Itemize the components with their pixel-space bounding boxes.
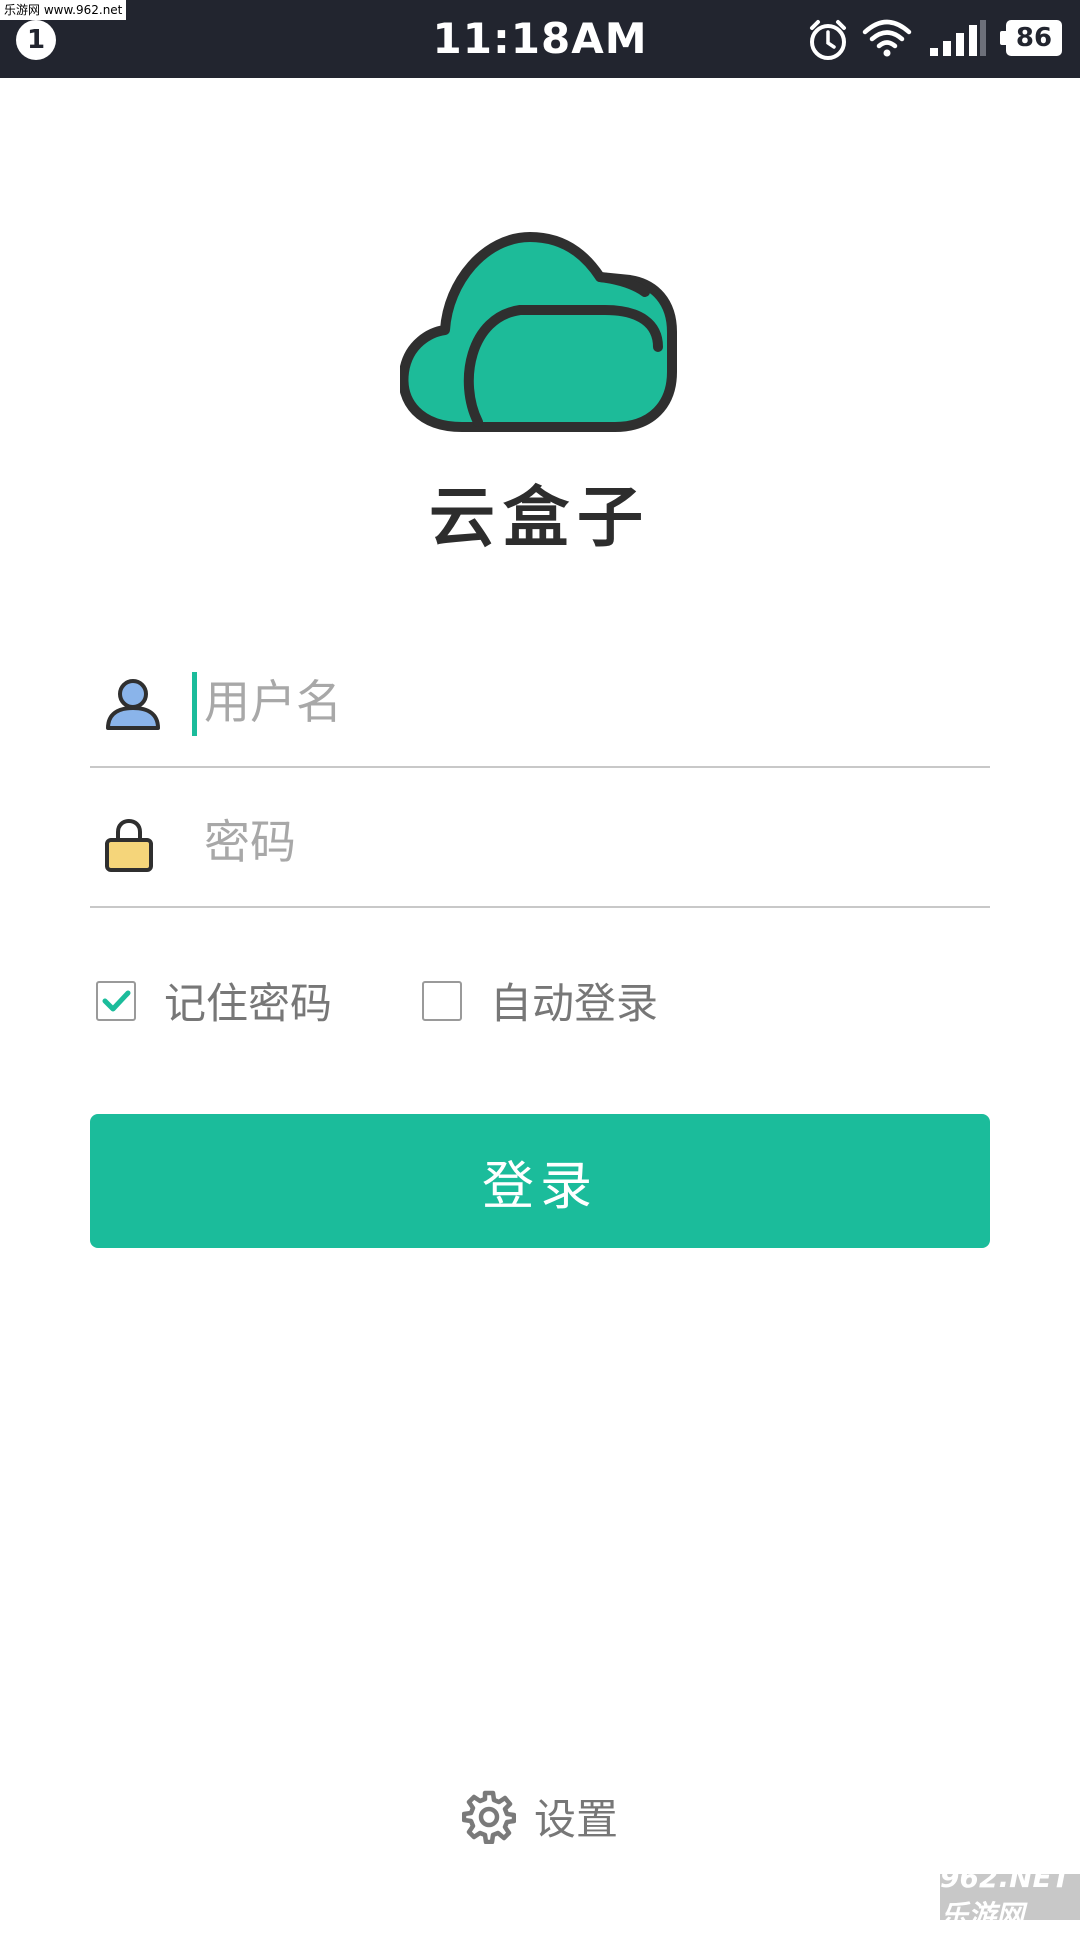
user-icon: [106, 679, 160, 730]
login-button[interactable]: 登录: [90, 1114, 990, 1248]
remember-password-option[interactable]: 记住密码: [96, 970, 332, 1031]
app-name: 云盒子: [429, 479, 651, 556]
lock-icon: [105, 818, 153, 872]
alarm-icon: [810, 20, 846, 60]
username-row: [90, 626, 990, 768]
password-input[interactable]: [196, 810, 964, 874]
wifi-icon: [862, 19, 912, 57]
gear-icon: [461, 1790, 516, 1844]
remember-password-checkbox[interactable]: [96, 980, 136, 1021]
cloud-logo-icon: [400, 232, 677, 432]
settings-label: 设置: [533, 1795, 618, 1844]
status-time: 11:18AM: [432, 14, 648, 63]
settings-link[interactable]: 设置: [0, 1786, 1080, 1847]
bottom-watermark: 962.NET 乐游网: [940, 1861, 1080, 1932]
remember-password-label: 记住密码: [164, 979, 333, 1028]
status-bar: 乐游网 www.962.net 1 11:18AM 86: [0, 0, 1080, 78]
password-row: [90, 766, 990, 908]
username-input[interactable]: [196, 670, 964, 734]
battery-icon: 86: [1000, 20, 1062, 56]
auto-login-label: 自动登录: [490, 979, 659, 1028]
text-caret: [192, 672, 197, 736]
checkmark-icon: [102, 990, 131, 1011]
signal-icon: [930, 20, 986, 56]
auto-login-option[interactable]: 自动登录: [422, 970, 658, 1031]
auto-login-checkbox[interactable]: [422, 980, 462, 1021]
